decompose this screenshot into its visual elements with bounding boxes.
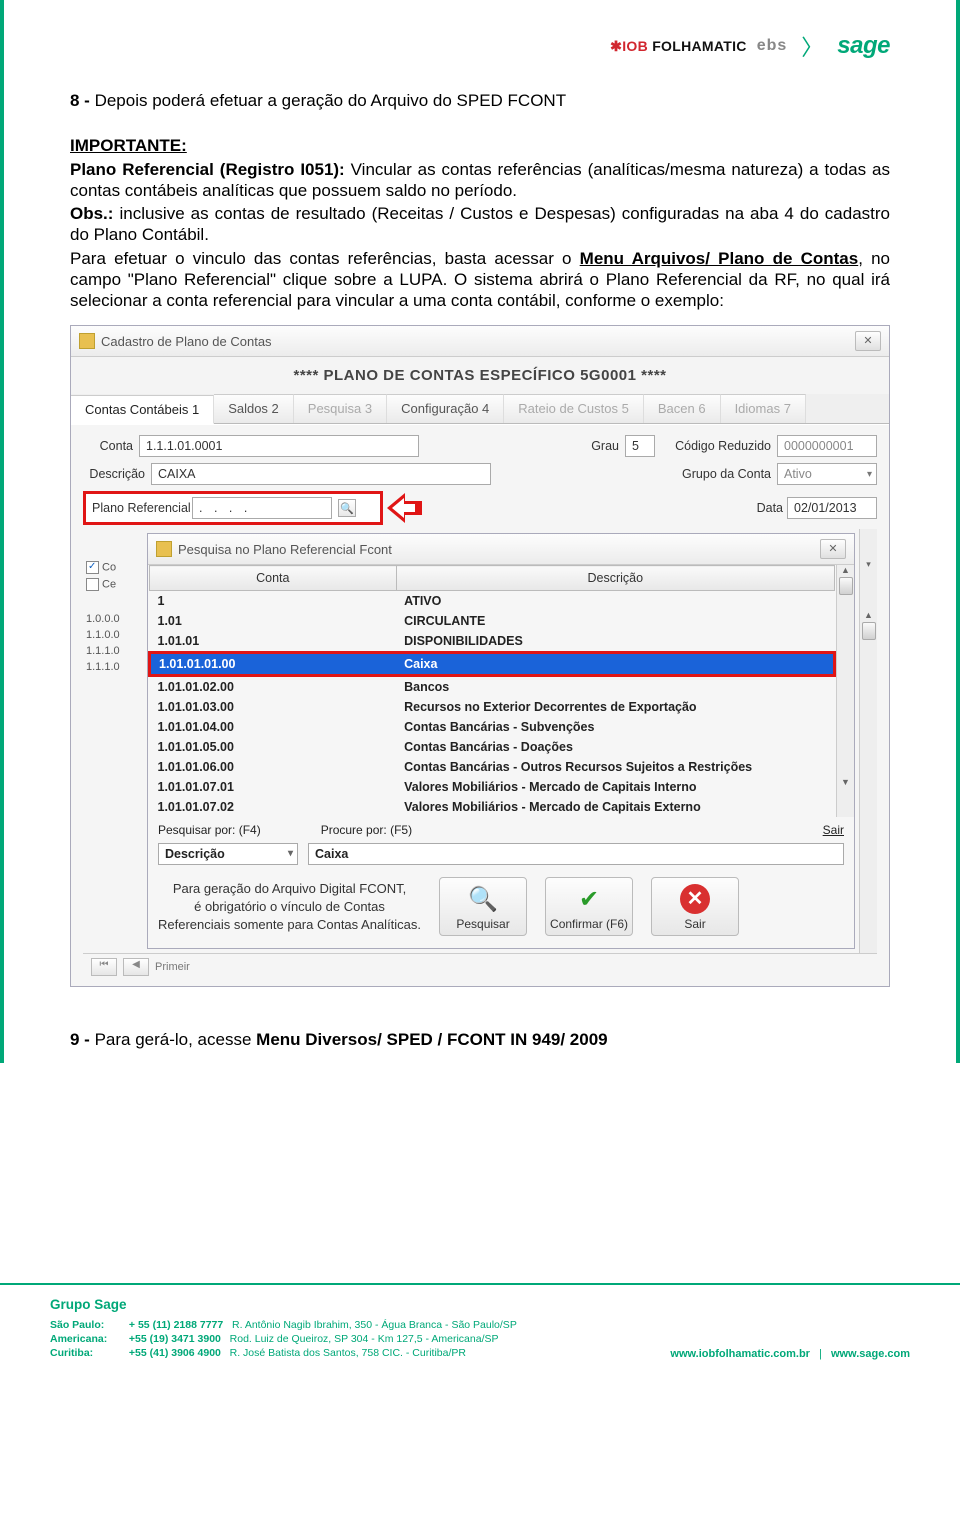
field-procure-por[interactable]: Caixa: [308, 843, 844, 865]
record-nav-strip: ⏮ ◀ Primeir: [83, 953, 877, 980]
table-row[interactable]: 1.01.01DISPONIBILIDADES: [150, 631, 835, 653]
brand-separator: 〉: [801, 30, 823, 62]
label-grau: Grau: [579, 439, 619, 453]
label-data: Data: [747, 501, 783, 515]
side-code: 1.0.0.0: [83, 611, 123, 627]
outer-scrollbar[interactable]: ▾ ▲: [859, 529, 877, 953]
body-text-bottom: 9 - Para gerá-lo, acesse Menu Diversos/ …: [70, 1029, 890, 1050]
field-descricao[interactable]: CAIXA: [151, 463, 491, 485]
confirmar-button[interactable]: ✔ Confirmar (F6): [545, 877, 633, 936]
window-title: Cadastro de Plano de Contas: [101, 334, 855, 349]
combo-grupo-conta[interactable]: Ativo: [777, 463, 877, 485]
iob-logo: ✱IOB FOLHAMATIC: [610, 38, 747, 55]
table-row[interactable]: 1.01.01.02.00Bancos: [150, 676, 835, 698]
combo-pesquisar-por[interactable]: Descrição: [158, 843, 298, 865]
body-text-block: 8 - Depois poderá efetuar a geração do A…: [70, 90, 890, 311]
field-data[interactable]: 02/01/2013: [787, 497, 877, 519]
nav-label: Primeir: [155, 961, 190, 973]
table-row[interactable]: 1.01.01.05.00Contas Bancárias - Doações: [150, 737, 835, 757]
window-titlebar: Cadastro de Plano de Contas ✕: [71, 326, 889, 357]
footer-address-row: Americana: +55 (19) 3471 3900 Rod. Luiz …: [50, 1332, 517, 1346]
sair-link[interactable]: Sair: [823, 823, 844, 837]
footer-address-row: Curitiba: +55 (41) 3906 4900 R. José Bat…: [50, 1346, 517, 1360]
close-button[interactable]: ✕: [855, 331, 881, 351]
check-ce[interactable]: Ce: [83, 576, 123, 593]
window-cadastro-plano-contas: Cadastro de Plano de Contas ✕ **** PLANO…: [70, 325, 890, 987]
field-plano-referencial[interactable]: . . . .: [192, 497, 332, 519]
sair-button[interactable]: ✕ Sair: [651, 877, 739, 936]
tab-configuracao[interactable]: Configuração 4: [387, 394, 504, 423]
label-descricao: Descrição: [83, 467, 145, 481]
lookup-button[interactable]: 🔍: [338, 499, 356, 517]
tip-text: Para geração do Arquivo Digital FCONT, é…: [158, 880, 421, 933]
tab-pesquisa[interactable]: Pesquisa 3: [294, 394, 387, 423]
field-conta[interactable]: 1.1.1.01.0001: [139, 435, 419, 457]
brand-bar: ✱IOB FOLHAMATIC ebs 〉 sage: [70, 30, 890, 62]
callout-arrow: [387, 491, 431, 525]
window-icon: [156, 541, 172, 557]
footer-address-row: São Paulo: + 55 (11) 2188 7777 R. Antôni…: [50, 1318, 517, 1332]
results-table: Conta Descrição 1ATIVO1.01CIRCULANTE1.01…: [148, 565, 836, 817]
field-codigo-reduzido: 0000000001: [777, 435, 877, 457]
nav-first[interactable]: ⏮: [91, 958, 117, 976]
window-icon: [79, 333, 95, 349]
page-footer: Grupo Sage São Paulo: + 55 (11) 2188 777…: [0, 1283, 960, 1379]
label-grupo-conta: Grupo da Conta: [661, 467, 771, 481]
search-icon: 🔍: [466, 884, 500, 914]
col-header-descricao: Descrição: [396, 566, 834, 591]
ebs-logo: ebs: [757, 37, 788, 55]
tab-strip: Contas Contábeis 1 Saldos 2 Pesquisa 3 C…: [71, 394, 889, 424]
tab-rateio[interactable]: Rateio de Custos 5: [504, 394, 644, 423]
tab-saldos[interactable]: Saldos 2: [214, 394, 294, 423]
label-plano-referencial: Plano Referencial: [92, 501, 192, 515]
scrollbar[interactable]: ▲ ▼: [836, 565, 854, 817]
nav-prev[interactable]: ◀: [123, 958, 149, 976]
tab-contas-contabeis[interactable]: Contas Contábeis 1: [71, 395, 214, 424]
inner-window-title: Pesquisa no Plano Referencial Fcont: [178, 542, 820, 557]
highlight-plano-referencial: Plano Referencial . . . . 🔍: [83, 491, 383, 525]
table-row[interactable]: 1.01.01.03.00Recursos no Exterior Decorr…: [150, 697, 835, 717]
pesquisar-button[interactable]: 🔍 Pesquisar: [439, 877, 527, 936]
check-co[interactable]: Co: [83, 559, 123, 576]
label-pesquisar-por: Pesquisar por: (F4): [158, 823, 261, 837]
side-code: 1.1.1.0: [83, 659, 123, 675]
inner-window-titlebar: Pesquisa no Plano Referencial Fcont ✕: [148, 534, 854, 565]
table-row[interactable]: 1.01.01.04.00Contas Bancárias - Subvençõ…: [150, 717, 835, 737]
banner-title: **** PLANO DE CONTAS ESPECÍFICO 5G0001 *…: [71, 357, 889, 394]
side-code: 1.1.0.0: [83, 627, 123, 643]
check-icon: ✔: [572, 884, 606, 914]
sage-logo: sage: [837, 32, 890, 60]
tab-idiomas[interactable]: Idiomas 7: [721, 394, 806, 423]
table-row[interactable]: 1.01.01.06.00Contas Bancárias - Outros R…: [150, 757, 835, 777]
table-row[interactable]: 1.01CIRCULANTE: [150, 611, 835, 631]
field-grau[interactable]: 5: [625, 435, 655, 457]
window-pesquisa-plano-referencial: Pesquisa no Plano Referencial Fcont ✕ Co…: [147, 533, 855, 949]
table-row[interactable]: 1.01.01.01.00Caixa: [150, 653, 835, 676]
label-conta: Conta: [83, 439, 133, 453]
side-code: 1.1.1.0: [83, 643, 123, 659]
close-button[interactable]: ✕: [820, 539, 846, 559]
label-procure-por: Procure por: (F5): [321, 823, 412, 837]
table-row[interactable]: 1ATIVO: [150, 591, 835, 612]
label-codigo-reduzido: Código Reduzido: [661, 439, 771, 453]
close-icon: ✕: [678, 884, 712, 914]
tab-bacen[interactable]: Bacen 6: [644, 394, 721, 423]
col-header-conta: Conta: [150, 566, 397, 591]
table-row[interactable]: 1.01.01.07.01Valores Mobiliários - Merca…: [150, 777, 835, 797]
footer-links: www.iobfolhamatic.com.br | www.sage.com: [670, 1348, 910, 1360]
footer-group: Grupo Sage: [50, 1297, 517, 1312]
table-row[interactable]: 1.01.01.07.02Valores Mobiliários - Merca…: [150, 797, 835, 817]
